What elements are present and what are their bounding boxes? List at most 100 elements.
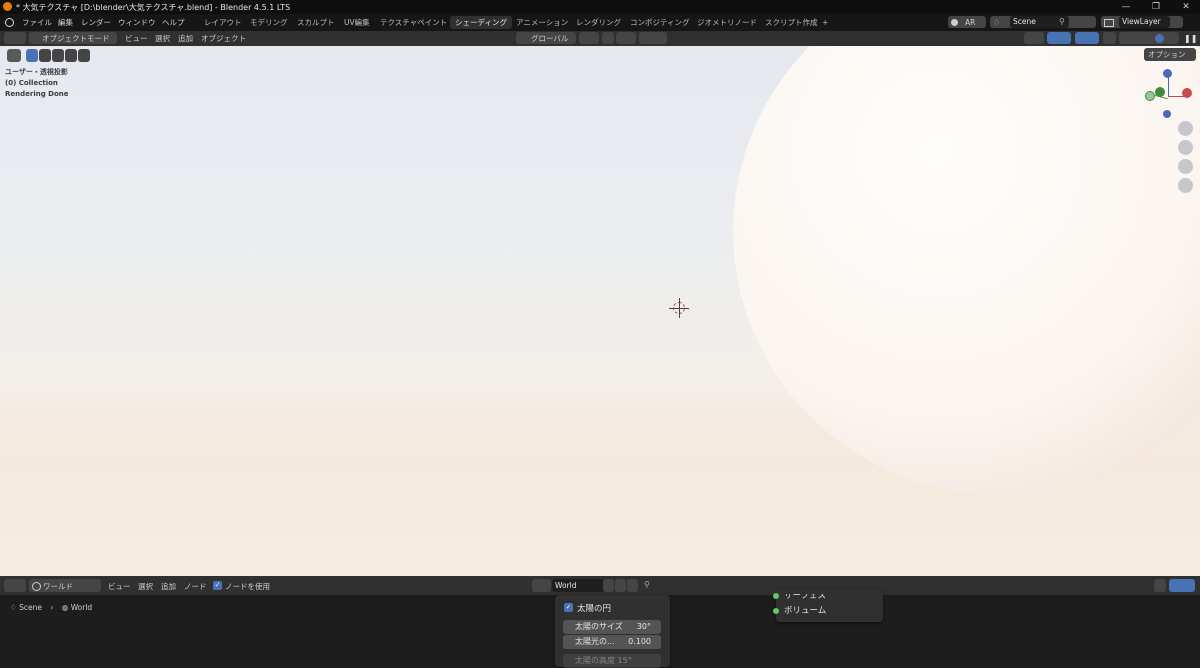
blender-logo-icon: [3, 2, 12, 11]
pan-hand-icon[interactable]: [1178, 140, 1193, 155]
tab-shading[interactable]: シェーディング: [450, 16, 512, 29]
use-nodes-checkbox[interactable]: ✓: [213, 581, 222, 590]
sun-elevation-field[interactable]: 太陽の高度 15°: [563, 654, 661, 668]
tab-modeling[interactable]: モデリング: [245, 16, 293, 29]
node-editor-canvas[interactable]: ♢ Scene › ◍ World ✓ 太陽の円 太陽のサイズ 30° 太陽光の…: [0, 589, 1200, 668]
sun-intensity-field[interactable]: 太陽光の... 0.100: [563, 635, 661, 649]
menu-bar: ファイル 編集 レンダー ウィンドウ ヘルプ レイアウト モデリング スカルプト…: [0, 14, 1200, 31]
viewport-menu-select[interactable]: 選択: [155, 33, 170, 44]
gizmo-neg-y-icon[interactable]: [1145, 91, 1155, 101]
sun-elevation-text: 太陽の高度 15°: [575, 656, 632, 665]
tab-animation[interactable]: アニメーション: [511, 16, 573, 29]
duplicate-datablock-button[interactable]: [615, 579, 626, 592]
camera-view-icon[interactable]: [1178, 159, 1193, 174]
3d-cursor-icon[interactable]: [669, 298, 689, 318]
rendered-shading-icon[interactable]: [1155, 34, 1164, 43]
use-nodes-label: ノードを使用: [225, 582, 270, 591]
sun-disc-checkbox[interactable]: ✓: [564, 603, 573, 612]
tool-select-box[interactable]: [7, 49, 21, 62]
minimize-button[interactable]: —: [1112, 0, 1140, 14]
sun-intensity-label: 太陽光の...: [575, 637, 615, 646]
select-mode-invert[interactable]: [65, 49, 77, 62]
maximize-button[interactable]: ❐: [1142, 0, 1170, 14]
xray-toggle[interactable]: [1103, 32, 1116, 44]
navigation-gizmo[interactable]: [1140, 66, 1196, 122]
zoom-icon[interactable]: [1178, 121, 1193, 136]
viewport-header: オブジェクトモード ビュー 選択 追加 オブジェクト グローバル ❚❚: [0, 31, 1200, 46]
snap-toggle[interactable]: [602, 32, 614, 44]
pause-icon[interactable]: ❚❚: [1184, 34, 1197, 43]
snapping-toggle[interactable]: [1154, 579, 1166, 592]
overlay-toggle[interactable]: [1075, 32, 1099, 44]
node-overlay-toggle[interactable]: [1169, 579, 1195, 592]
menu-help[interactable]: ヘルプ: [162, 17, 185, 28]
mode-label: オブジェクトモード: [42, 34, 110, 43]
menu-file[interactable]: ファイル: [22, 17, 52, 28]
gizmo-z-icon[interactable]: [1163, 69, 1172, 78]
scene-icon: ♢: [993, 18, 1001, 27]
pin-icon[interactable]: ⚲: [1059, 17, 1065, 26]
pivot-selector[interactable]: [579, 32, 599, 44]
volume-socket-icon[interactable]: [773, 608, 779, 614]
unlink-datablock-button[interactable]: [627, 579, 638, 592]
proportional-edit-toggle[interactable]: [639, 32, 667, 44]
snap-target-selector[interactable]: [616, 32, 636, 44]
select-mode-intersect[interactable]: [78, 49, 90, 62]
viewlayer-name-field[interactable]: ViewLayer: [1119, 16, 1170, 28]
viewport-menu-view[interactable]: ビュー: [125, 33, 148, 44]
perspective-toggle-icon[interactable]: [1178, 178, 1193, 193]
breadcrumb-scene: Scene: [19, 603, 42, 612]
sun-disc-label: 太陽の円: [577, 604, 612, 614]
select-mode-extend[interactable]: [39, 49, 51, 62]
scene-icon: ♢: [10, 603, 20, 612]
volume-label: ボリューム: [784, 606, 827, 616]
node-menu-select[interactable]: 選択: [138, 581, 153, 592]
select-mode-new[interactable]: [26, 49, 38, 62]
world-output-node[interactable]: サーフェス ボリューム: [773, 589, 883, 622]
node-menu-node[interactable]: ノード: [184, 581, 207, 592]
select-mode-subtract[interactable]: [52, 49, 64, 62]
world-type-icon: [32, 582, 41, 591]
menu-window[interactable]: ウィンドウ: [118, 17, 156, 28]
sky-texture-node[interactable]: ✓ 太陽の円 太陽のサイズ 30° 太陽光の... 0.100 太陽の高度 15…: [555, 595, 670, 668]
tab-rendering[interactable]: レンダリング: [571, 16, 626, 29]
tab-layout[interactable]: レイアウト: [199, 16, 247, 29]
tab-sculpt[interactable]: スカルプト: [292, 16, 340, 29]
ar-icon: [951, 19, 958, 26]
breadcrumb: ♢ Scene › ◍ World: [10, 603, 92, 612]
visibility-selector[interactable]: [1024, 32, 1044, 44]
blender-menu-icon[interactable]: [5, 18, 14, 27]
tab-texture-paint[interactable]: テクスチャペイント: [375, 16, 452, 29]
viewport-menu-add[interactable]: 追加: [178, 33, 193, 44]
gizmo-x-icon[interactable]: [1182, 88, 1192, 98]
3d-viewport[interactable]: オプション ユーザー・透視投影 (0) Collection Rendering…: [0, 46, 1200, 576]
viewlayer-icon: [1104, 19, 1114, 27]
sun-size-value: 30°: [636, 622, 651, 631]
world-datablock-name[interactable]: World: [552, 579, 605, 592]
add-workspace-button[interactable]: +: [817, 16, 833, 29]
surface-socket-icon[interactable]: [773, 593, 779, 599]
sun-size-field[interactable]: 太陽のサイズ 30°: [563, 620, 661, 634]
node-menu-add[interactable]: 追加: [161, 581, 176, 592]
gizmo-y-icon[interactable]: [1155, 87, 1165, 97]
menu-render[interactable]: レンダー: [81, 17, 111, 28]
fake-user-button[interactable]: [603, 579, 614, 592]
tab-geometry-nodes[interactable]: ジオメトリノード: [692, 16, 762, 29]
world-icon: ◍: [61, 603, 71, 612]
tab-uv-editing[interactable]: UV編集: [339, 16, 375, 29]
tab-scripting[interactable]: スクリプト作成: [760, 16, 823, 29]
viewport-menu-object[interactable]: オブジェクト: [201, 33, 246, 44]
world-datablock-type[interactable]: [532, 579, 551, 592]
tab-compositing[interactable]: コンポジティング: [625, 16, 695, 29]
node-menu-view[interactable]: ビュー: [108, 581, 131, 592]
editor-type-button[interactable]: [4, 32, 26, 44]
node-editor-type-button[interactable]: [4, 579, 26, 592]
menu-edit[interactable]: 編集: [58, 17, 73, 28]
gizmo-neg-z-icon[interactable]: [1163, 110, 1171, 118]
gizmo-toggle[interactable]: [1047, 32, 1071, 44]
collection-label: (0) Collection: [5, 79, 58, 87]
close-button[interactable]: ✕: [1172, 0, 1200, 14]
sun-intensity-value: 0.100: [628, 637, 651, 646]
node-pin-icon[interactable]: ⚲: [644, 580, 650, 589]
shading-mode-group[interactable]: [1119, 32, 1179, 44]
